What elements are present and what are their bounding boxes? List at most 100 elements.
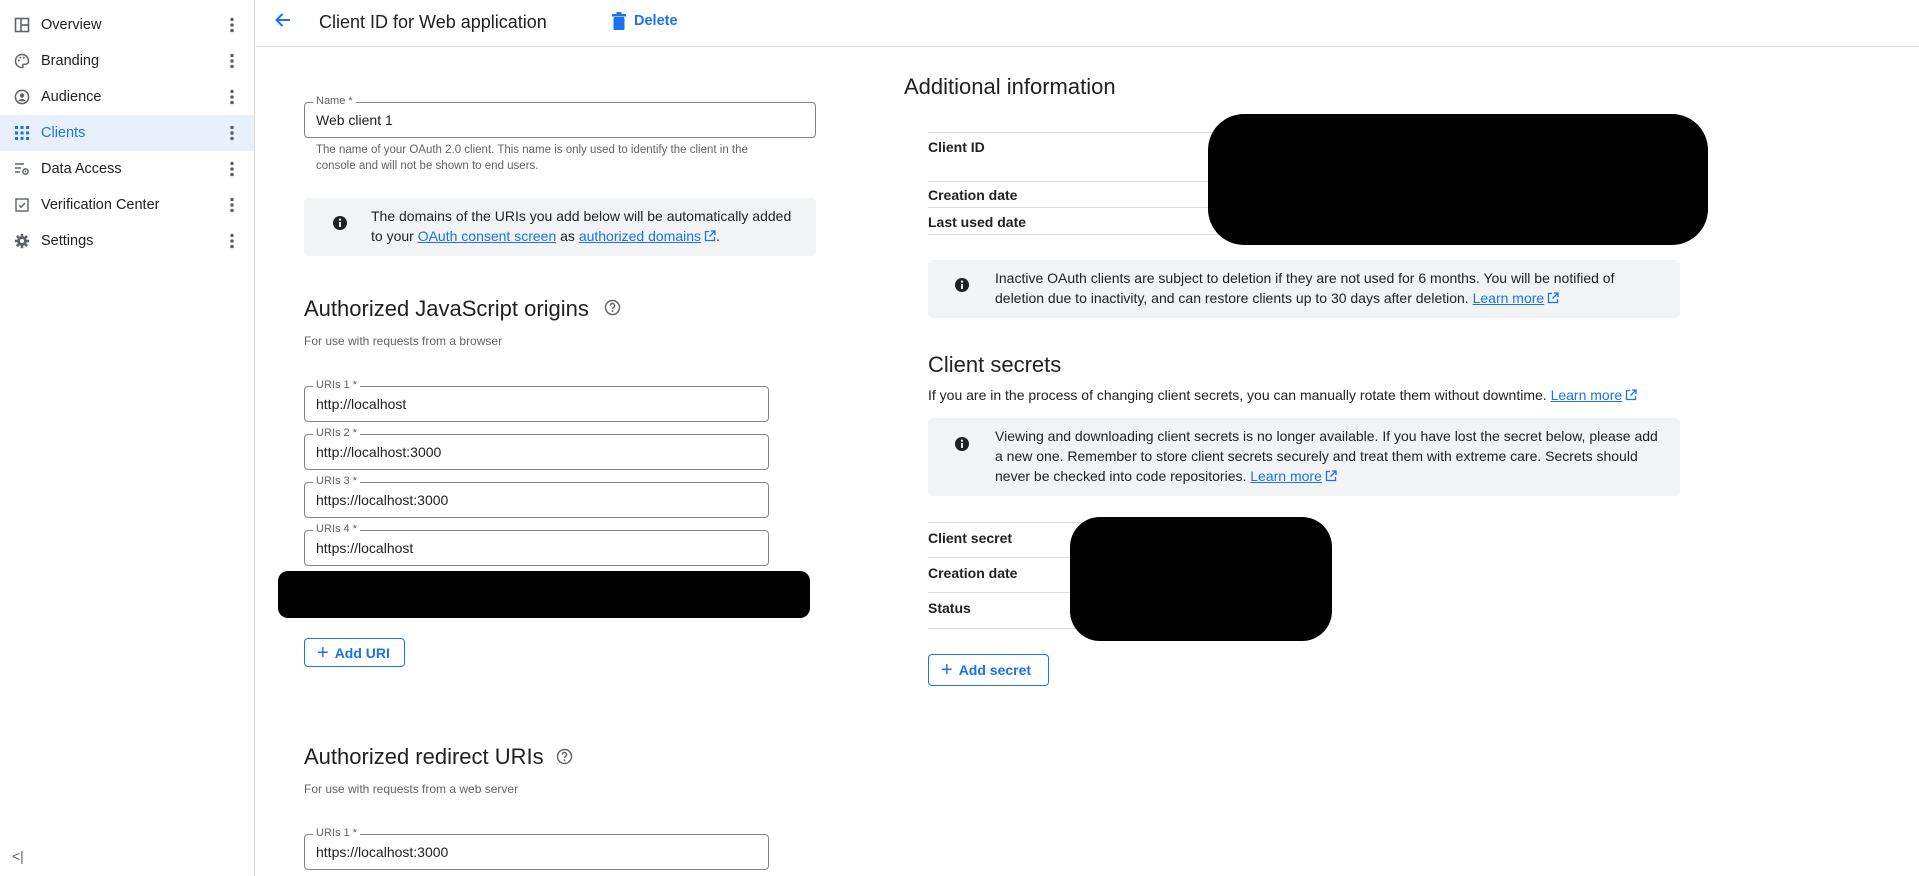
info-icon — [954, 436, 970, 457]
more-vert-icon[interactable] — [220, 233, 244, 249]
sidebar-item-clients[interactable]: Clients — [0, 115, 254, 151]
inactive-info-line: deletion due to inactivity, and can rest… — [995, 290, 1473, 306]
redirect-uris-title: Authorized redirect URIs — [304, 744, 544, 769]
uri-field-value[interactable]: https://localhost — [316, 531, 413, 565]
secrets-info-line: Viewing and downloading client secrets i… — [995, 428, 1658, 444]
checkbox-icon — [12, 198, 32, 212]
secret-status-label: Status — [928, 600, 971, 616]
uri-field-value[interactable]: https://localhost:3000 — [316, 483, 448, 517]
authorized-domains-link[interactable]: authorized domains — [579, 228, 701, 244]
redacted-block — [278, 571, 810, 618]
domains-info-text-part: . — [716, 228, 720, 244]
help-icon[interactable] — [556, 748, 573, 770]
sidebar-item-audience[interactable]: Audience — [0, 79, 254, 115]
gear-icon — [12, 233, 32, 249]
page-title: Client ID for Web application — [319, 12, 547, 32]
name-field[interactable]: Name * Web client 1 — [304, 95, 816, 138]
uri-field-value[interactable]: https://localhost:3000 — [316, 835, 448, 869]
external-link-icon — [704, 227, 716, 247]
creation-date-label: Creation date — [928, 187, 1018, 203]
plus-icon: + — [941, 659, 953, 681]
redacted-block — [1070, 517, 1332, 641]
more-vert-icon[interactable] — [220, 125, 244, 141]
js-origin-uri-field[interactable]: URIs 4 * https://localhost — [304, 523, 769, 566]
info-icon — [954, 277, 970, 298]
redirect-uris-subtitle: For use with requests from a web server — [304, 782, 519, 796]
name-hint-line: The name of your OAuth 2.0 client. This … — [316, 144, 748, 156]
sidebar-item-verification-center[interactable]: Verification Center — [0, 187, 254, 223]
info-icon — [332, 215, 348, 236]
sidebar-item-data-access[interactable]: Data Access — [0, 151, 254, 187]
dashboard-icon — [12, 17, 32, 33]
client-secrets-desc: If you are in the process of changing cl… — [928, 387, 1637, 404]
sidebar-item-label: Settings — [41, 233, 94, 249]
add-uri-button[interactable]: + Add URI — [304, 638, 405, 667]
learn-more-link[interactable]: Learn more — [1250, 468, 1322, 484]
collapse-sidebar-button[interactable]: <| — [12, 848, 24, 864]
more-vert-icon[interactable] — [220, 89, 244, 105]
js-origin-uri-field[interactable]: URIs 2 * http://localhost:3000 — [304, 427, 769, 470]
page-header: Client ID for Web application Delete — [256, 0, 1919, 47]
sidebar-item-label: Branding — [41, 53, 100, 69]
oauth-consent-screen-link[interactable]: OAuth consent screen — [418, 228, 557, 244]
learn-more-link[interactable]: Learn more — [1551, 387, 1623, 403]
js-origin-uri-field[interactable]: URIs 1 * http://localhost — [304, 379, 769, 422]
name-field-value[interactable]: Web client 1 — [316, 103, 393, 137]
plus-icon: + — [317, 641, 329, 664]
back-arrow-icon[interactable] — [273, 10, 293, 35]
redirect-uri-field[interactable]: URIs 1 * https://localhost:3000 — [304, 827, 769, 870]
secrets-info-box: Viewing and downloading client secrets i… — [928, 418, 1680, 496]
more-vert-icon[interactable] — [220, 161, 244, 177]
client-secrets-title: Client secrets — [928, 352, 1062, 377]
domains-info-text: The domains of the URIs you add below wi… — [371, 206, 791, 247]
client-secret-label: Client secret — [928, 530, 1013, 546]
secrets-info-line: never be checked into code repositories. — [995, 468, 1251, 484]
sidebar-item-label: Audience — [41, 89, 102, 105]
secret-creation-date-label: Creation date — [928, 565, 1018, 581]
delete-label: Delete — [634, 13, 678, 29]
trash-icon — [612, 12, 626, 30]
last-used-date-label: Last used date — [928, 214, 1027, 230]
client-id-label: Client ID — [928, 139, 985, 155]
secrets-info-text: Viewing and downloading client secrets i… — [995, 426, 1658, 487]
sidebar: Overview Branding Audience Clients Data … — [0, 0, 255, 876]
apps-grid-icon — [12, 125, 32, 141]
external-link-icon — [1325, 467, 1337, 487]
help-icon[interactable] — [604, 299, 621, 321]
delete-button[interactable]: Delete — [612, 12, 678, 30]
external-link-icon — [1625, 388, 1637, 404]
sidebar-item-label: Clients — [41, 125, 86, 141]
name-hint-line: console and will not be shown to end use… — [316, 160, 539, 172]
js-origins-title: Authorized JavaScript origins — [304, 296, 589, 321]
additional-info-title: Additional information — [904, 74, 1116, 99]
client-secrets-desc-text: If you are in the process of changing cl… — [928, 387, 1551, 403]
inactive-info-line: Inactive OAuth clients are subject to de… — [995, 270, 1615, 286]
collapse-icon: <| — [12, 848, 24, 864]
uri-field-value[interactable]: http://localhost:3000 — [316, 435, 441, 469]
palette-icon — [12, 53, 32, 69]
add-secret-label: Add secret — [958, 662, 1032, 678]
add-secret-button[interactable]: + Add secret — [928, 654, 1049, 686]
js-origins-subtitle: For use with requests from a browser — [304, 334, 503, 348]
add-uri-label: Add URI — [334, 644, 390, 661]
sidebar-item-settings[interactable]: Settings — [0, 223, 254, 259]
sidebar-item-overview[interactable]: Overview — [0, 7, 254, 43]
domains-info-text-part: to your — [371, 228, 418, 244]
uri-field-value[interactable]: http://localhost — [316, 387, 406, 421]
learn-more-link[interactable]: Learn more — [1473, 290, 1545, 306]
sidebar-item-label: Data Access — [41, 161, 122, 177]
more-vert-icon[interactable] — [220, 17, 244, 33]
sidebar-item-label: Overview — [41, 17, 102, 33]
sidebar-item-label: Verification Center — [41, 197, 160, 213]
inactive-info-text: Inactive OAuth clients are subject to de… — [995, 268, 1614, 309]
domains-info-line: The domains of the URIs you add below wi… — [371, 208, 792, 224]
more-vert-icon[interactable] — [220, 53, 244, 69]
more-vert-icon[interactable] — [220, 197, 244, 213]
domains-info-text-part: as — [556, 228, 579, 244]
secrets-info-line: a new one. Remember to store client secr… — [995, 448, 1638, 464]
external-link-icon — [1547, 289, 1559, 309]
sidebar-item-branding[interactable]: Branding — [0, 43, 254, 79]
data-settings-icon — [12, 161, 32, 177]
js-origin-uri-field[interactable]: URIs 3 * https://localhost:3000 — [304, 475, 769, 518]
account-circle-icon — [12, 89, 32, 105]
